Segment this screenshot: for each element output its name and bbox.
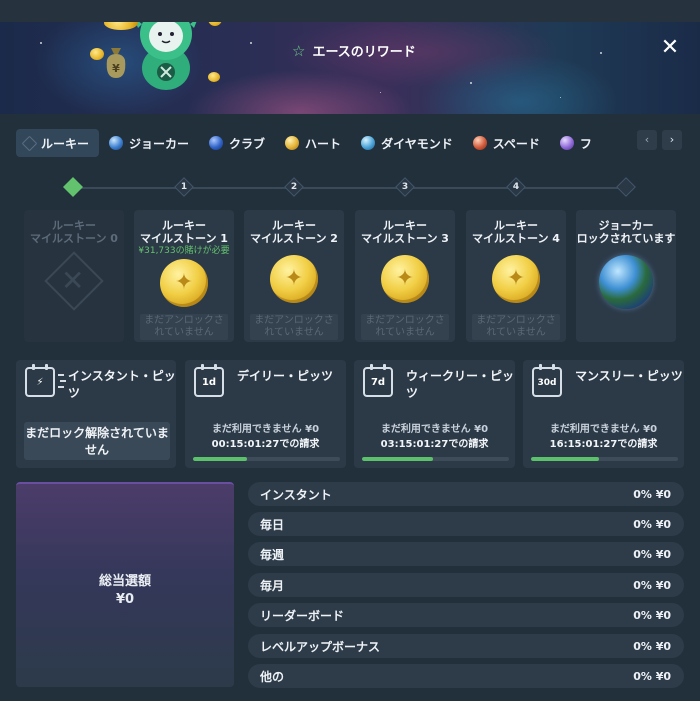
milestone-node-number: 2 — [290, 182, 298, 192]
breakdown-row-instant: インスタント 0% ¥0 — [248, 482, 684, 506]
calendar-icon: 1d — [194, 364, 224, 397]
milestone-status: まだアンロックされていません — [250, 314, 338, 340]
coin-icon — [208, 72, 220, 82]
empty-milestone-icon — [44, 251, 104, 311]
total-winnings-label: 総当選額 — [98, 574, 151, 589]
joker-planet-icon — [599, 255, 653, 309]
top-strip — [0, 0, 700, 22]
milestone-title: ルーキー マイルストーン 3 — [361, 219, 449, 245]
tab-next-button[interactable]: › — [662, 130, 682, 150]
total-winnings-value: ¥0 — [115, 592, 135, 607]
breakdown-row-daily: 毎日 0% ¥0 — [248, 512, 684, 536]
pit-availability: まだ利用できません ¥0 — [380, 424, 489, 435]
pit-name: マンスリー・ピッツ — [575, 369, 683, 383]
lightning-calendar-icon: ⚡ — [25, 364, 55, 397]
tab-joker[interactable]: ジョーカー — [101, 129, 199, 157]
pit-progress-bar — [531, 457, 678, 461]
tab-heart[interactable]: ハート — [277, 129, 351, 157]
tab-prev-button[interactable]: ‹ — [637, 130, 657, 150]
calendar-icon: 7d — [363, 364, 393, 397]
tab-label: クラブ — [229, 136, 266, 151]
breakdown-row-monthly: 毎月 0% ¥0 — [248, 573, 684, 597]
club-gem-icon — [209, 136, 224, 150]
pit-progress-bar — [362, 457, 509, 461]
tab-label: ハート — [305, 136, 342, 151]
pit-card-weekly: 7d ウィークリー・ピッツ まだ利用できません ¥0 03:15:01:27での… — [354, 360, 515, 468]
coin-icon: ✦ — [381, 255, 429, 303]
tab-next-rank[interactable]: フ — [552, 129, 592, 157]
diamond-gem-icon — [361, 136, 376, 150]
speed-lines-icon — [58, 374, 66, 392]
pit-name: ウィークリー・ピッツ — [406, 369, 515, 400]
coin-icon: ✦ — [160, 259, 208, 307]
pit-card-daily: 1d デイリー・ピッツ まだ利用できません ¥0 00:15:01:27での請求 — [185, 360, 346, 468]
tab-club[interactable]: クラブ — [201, 129, 275, 157]
milestone-card-2[interactable]: ルーキー マイルストーン 2 ✦ まだアンロックされていません — [244, 210, 344, 342]
tab-label: ジョーカー — [129, 136, 190, 151]
rank-tabs: ルーキー ジョーカー クラブ ハート ダイヤモンド スペード フ — [16, 129, 592, 157]
milestone-title: ルーキー マイルストーン 4 — [472, 219, 560, 245]
star-icon: ☆ — [292, 41, 306, 60]
pit-claim-time: 16:15:01:27での請求 — [549, 439, 658, 450]
mascot-illustration — [135, 22, 197, 90]
milestone-card-4[interactable]: ルーキー マイルストーン 4 ✦ まだアンロックされていません — [466, 210, 566, 342]
tab-rookie[interactable]: ルーキー — [16, 129, 100, 157]
modal-title-text: エースのリワード — [312, 45, 416, 60]
milestone-node-number: 1 — [180, 182, 188, 192]
heart-gem-icon — [285, 136, 300, 150]
pit-name: デイリー・ピッツ — [237, 369, 334, 383]
tab-label: フ — [579, 136, 592, 151]
milestone-node-number: 4 — [512, 182, 520, 192]
milestone-title: ルーキー マイルストーン 1 — [140, 219, 228, 245]
milestone-requirement: ¥31,733の賭けが必要 — [138, 246, 230, 256]
pit-unlock-status: まだロック解除されていません — [24, 422, 170, 460]
milestone-card-3[interactable]: ルーキー マイルストーン 3 ✦ まだアンロックされていません — [355, 210, 455, 342]
pit-availability: まだ利用できません ¥0 — [211, 424, 320, 435]
breakdown-row-leaderboard: リーダーボード 0% ¥0 — [248, 603, 684, 627]
close-icon[interactable]: ✕ — [660, 37, 680, 59]
pit-name: インスタント・ピッツ — [68, 369, 176, 400]
pit-claim-time: 00:15:01:27での請求 — [211, 439, 320, 450]
calendar-icon: 30d — [532, 364, 562, 397]
milestone-status: まだアンロックされていません — [140, 314, 228, 340]
pit-progress-bar — [193, 457, 340, 461]
joker-gem-icon — [109, 136, 124, 150]
svg-text:¥: ¥ — [112, 62, 120, 75]
rewards-modal: ☆ エースのリワード ✕ ¥ ルーキー ジョーカー クラブ ハート ダイヤモンド… — [0, 22, 700, 701]
coin-icon — [90, 48, 104, 60]
breakdown-row-other: 他の 0% ¥0 — [248, 664, 684, 688]
coin-icon: ✦ — [270, 255, 318, 303]
breakdown-row-levelup-bonus: レベルアップボーナス 0% ¥0 — [248, 634, 684, 658]
tab-spade[interactable]: スペード — [465, 129, 550, 157]
pit-claim-time: 03:15:01:27での請求 — [380, 439, 489, 450]
next-rank-gem-icon — [559, 136, 574, 150]
pit-card-instant: ⚡ インスタント・ピッツ まだロック解除されていません — [16, 360, 176, 468]
pit-availability: まだ利用できません ¥0 — [549, 424, 658, 435]
pit-card-monthly: 30d マンスリー・ピッツ まだ利用できません ¥0 16:15:01:27での… — [523, 360, 684, 468]
breakdown-row-weekly: 毎週 0% ¥0 — [248, 542, 684, 566]
milestone-node-0 — [63, 177, 83, 197]
tab-label: ダイヤモンド — [381, 136, 453, 151]
spade-gem-icon — [472, 136, 487, 150]
milestone-track — [73, 187, 626, 189]
coin-icon: ✦ — [492, 255, 540, 303]
modal-title: ☆ エースのリワード — [292, 41, 416, 61]
tab-diamond[interactable]: ダイヤモンド — [353, 129, 463, 157]
milestone-node-number: 3 — [401, 182, 409, 192]
rookie-gem-icon — [21, 135, 38, 151]
milestone-status: まだアンロックされていません — [472, 314, 560, 340]
milestone-title: ルーキー マイルストーン 0 — [30, 219, 118, 245]
tab-label: スペード — [492, 136, 540, 151]
milestone-node-5 — [616, 177, 636, 197]
tab-label: ルーキー — [41, 136, 90, 151]
milestone-card-1[interactable]: ルーキー マイルストーン 1 ¥31,733の賭けが必要 ✦ まだアンロックされて… — [134, 210, 234, 342]
milestone-title: ルーキー マイルストーン 2 — [250, 219, 338, 245]
milestone-card-next-rank[interactable]: ジョーカー ロックされています — [576, 210, 676, 342]
milestone-card-0: ルーキー マイルストーン 0 — [24, 210, 124, 342]
milestone-title: ジョーカー ロックされています — [576, 219, 676, 245]
total-winnings-panel: 総当選額 ¥0 — [16, 482, 234, 687]
money-bag-icon: ¥ — [106, 48, 126, 78]
milestone-status: まだアンロックされていません — [361, 314, 449, 340]
